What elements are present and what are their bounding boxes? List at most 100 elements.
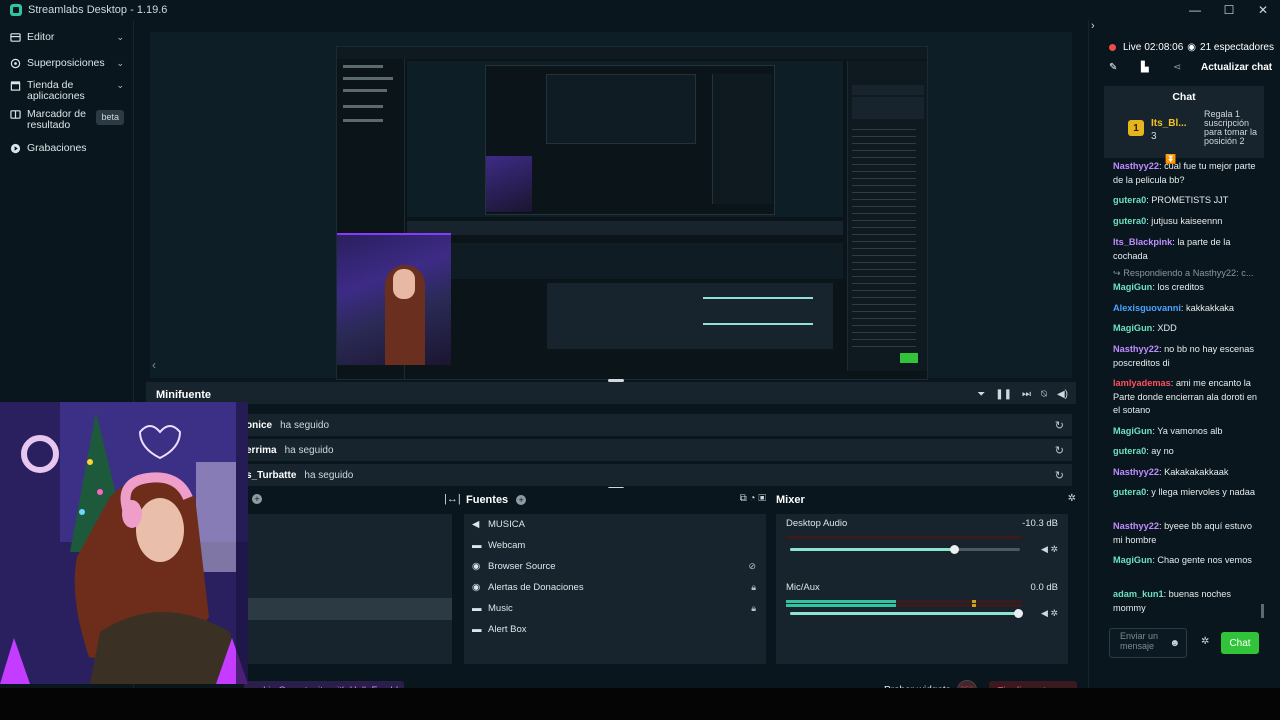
chat-message: MagiGun: Chao gente nos vemos xyxy=(1113,554,1261,568)
chat-panel: › Live 02:08:06 ◉ 21 espectadores ✎ ▙ ⋖ … xyxy=(1088,20,1280,688)
chat-message: lamlyademas: ami me encanto la Parte don… xyxy=(1113,377,1261,418)
edit-icon[interactable]: ✎ xyxy=(1109,62,1117,73)
chat-username[interactable]: MagiGun xyxy=(1113,555,1152,565)
chevron-down-icon[interactable]: ⌄ xyxy=(116,32,124,43)
chat-username[interactable]: gutera0 xyxy=(1113,195,1146,205)
chat-username[interactable]: Alexisguovanni xyxy=(1113,303,1181,313)
maximize-button[interactable]: ☐ xyxy=(1212,0,1246,20)
goal-text: Regala 1 suscripción para tomar la posic… xyxy=(1204,109,1258,146)
source-item[interactable]: ▬ Alert Box xyxy=(472,619,762,639)
chat-text: : Chao gente nos vemos xyxy=(1152,555,1252,565)
chat-username[interactable]: MagiGun xyxy=(1113,426,1152,436)
lock-icon[interactable]: 🔒︎ xyxy=(751,603,756,614)
chevron-down-icon[interactable]: ⌄ xyxy=(116,58,124,69)
lock-icon[interactable]: 🔒︎ xyxy=(751,582,756,593)
chevron-left-icon[interactable]: ‹ xyxy=(152,358,156,372)
chat-username[interactable]: lamlyademas xyxy=(1113,378,1171,388)
volume-meter xyxy=(786,604,1022,607)
chat-input[interactable]: Enviar un mensaje ☻ xyxy=(1109,628,1187,658)
stream-preview[interactable] xyxy=(336,46,928,380)
replay-icon[interactable]: ↻ xyxy=(1055,419,1064,432)
chat-input-placeholder: Enviar un mensaje xyxy=(1120,631,1159,651)
source-label: Webcam xyxy=(488,539,526,551)
dashboard-icon[interactable]: ▙ xyxy=(1141,62,1149,73)
sources-list: ◀ MUSICA ▬ Webcam ◉ Browser Source ⊘ ◉ A… xyxy=(464,514,766,664)
preview-sources xyxy=(547,283,717,349)
live-status: Live 02:08:06 ◉ 21 espectadores xyxy=(1109,42,1274,53)
source-item[interactable]: ◉ Alertas de Donaciones 🔒︎ xyxy=(472,577,762,597)
goal-username[interactable]: Its_Bl... xyxy=(1151,118,1187,129)
replay-icon[interactable]: ↻ xyxy=(1055,444,1064,457)
mute-icon[interactable]: ◀ ✲ xyxy=(1041,544,1058,555)
source-item[interactable]: ▬ Music 🔒︎ xyxy=(472,598,762,618)
send-chat-button[interactable]: Chat xyxy=(1221,632,1259,654)
volume-slider[interactable] xyxy=(790,609,1023,618)
window-title: Streamlabs Desktop - 1.19.6 xyxy=(28,4,168,16)
mute-alerts-icon[interactable]: ⍉ xyxy=(1041,389,1047,400)
pencil-icon xyxy=(10,33,21,42)
chat-text: : Ya vamonos alb xyxy=(1152,426,1223,436)
mute-icon[interactable]: ◀ ✲ xyxy=(1041,608,1058,619)
chat-username[interactable]: adam_kun1 xyxy=(1113,589,1164,599)
nav-item-editor[interactable]: Editor ⌄ xyxy=(10,32,128,43)
chat-username[interactable]: Nasthyy22 xyxy=(1113,344,1159,354)
volume-slider[interactable] xyxy=(790,545,1020,554)
streamlabs-window: Streamlabs Desktop - 1.19.6 — ☐ ✕ Editor… xyxy=(0,0,1280,720)
pause-icon[interactable]: ❚❚ xyxy=(995,389,1012,400)
chat-text: : ay no xyxy=(1146,446,1174,456)
gear-icon[interactable]: ✲ xyxy=(1201,636,1209,647)
chat-username[interactable]: Its_Blackpink xyxy=(1113,237,1172,247)
webcam-image xyxy=(0,402,248,684)
add-source-icon[interactable]: + xyxy=(516,495,527,505)
chat-username[interactable]: Nasthyy22 xyxy=(1113,521,1159,531)
mixer-channel-db: -10.3 dB xyxy=(1022,518,1058,529)
emoji-icon[interactable]: ☻ xyxy=(1169,638,1180,649)
event-action: ha seguido xyxy=(280,419,330,431)
chat-message: MagiGun: los creditos xyxy=(1113,281,1261,295)
preview-mini-header xyxy=(407,221,843,235)
chat-username[interactable]: MagiGun xyxy=(1113,323,1152,333)
chat-username[interactable]: gutera0 xyxy=(1113,216,1146,226)
chat-username[interactable]: gutera0 xyxy=(1113,487,1146,497)
source-tools-icon[interactable]: ⧉ ◔ ▣ xyxy=(740,493,766,504)
refresh-chat-button[interactable]: Actualizar chat xyxy=(1201,62,1272,73)
goal-count: 3 xyxy=(1151,131,1157,142)
add-scene-icon[interactable]: + xyxy=(252,494,262,504)
chat-username[interactable]: MagiGun xyxy=(1113,282,1152,292)
share-icon[interactable]: ⋖ xyxy=(1173,62,1181,73)
chevron-down-icon[interactable]: ⌄ xyxy=(116,80,124,91)
chat-username[interactable]: Nasthyy22 xyxy=(1113,467,1159,477)
chat-username[interactable]: Nasthyy22 xyxy=(1113,161,1159,171)
hidden-icon[interactable]: ⊘ xyxy=(748,561,756,572)
nav-label: Marcador de resultado xyxy=(27,108,86,131)
source-item[interactable]: ◀ MUSICA xyxy=(472,514,762,534)
chat-message: Nasthyy22: no bb no hay escenas poscredi… xyxy=(1113,343,1261,370)
title-bar: Streamlabs Desktop - 1.19.6 — ☐ ✕ xyxy=(0,0,1280,20)
nav-label: Grabaciones xyxy=(27,142,87,154)
chevron-right-icon[interactable]: › xyxy=(1091,20,1095,32)
gear-icon[interactable]: ✲ xyxy=(1068,493,1076,504)
skip-icon[interactable]: ⏭ xyxy=(1022,389,1031,400)
replay-icon[interactable]: ↻ xyxy=(1055,469,1064,482)
nav-item-grabaciones[interactable]: Grabaciones xyxy=(10,143,128,154)
store-icon xyxy=(10,81,21,91)
collapse-panel-icon[interactable]: |↔| xyxy=(444,493,461,505)
layers-icon xyxy=(10,58,21,69)
globe-icon: ◉ xyxy=(472,561,481,572)
chat-username[interactable]: gutera0 xyxy=(1113,446,1146,456)
event-username: s_Turbatte xyxy=(246,469,297,481)
preview-webcam xyxy=(337,233,451,365)
nav-item-superposiciones[interactable]: Superposiciones ⌄ xyxy=(10,58,128,69)
source-item[interactable]: ◉ Browser Source ⊘ xyxy=(472,556,762,576)
source-item[interactable]: ▬ Webcam xyxy=(472,535,762,555)
nav-item-tienda[interactable]: Tienda de aplicaciones ⌄ xyxy=(10,80,128,102)
volume-icon[interactable]: ◀) xyxy=(1057,389,1068,400)
close-button[interactable]: ✕ xyxy=(1246,0,1280,20)
minimize-button[interactable]: — xyxy=(1178,0,1212,20)
chat-message: Alexisguovanni: kakkakkaka xyxy=(1113,302,1261,316)
preview-chat xyxy=(847,61,927,371)
filter-icon[interactable]: ⏷ xyxy=(977,389,985,400)
nav-item-marcador[interactable]: Marcador de resultado beta xyxy=(10,109,128,131)
scrollbar[interactable] xyxy=(1261,604,1264,618)
chat-message: Nasthyy22: byeee bb aquí estuvo mi hombr… xyxy=(1113,520,1261,547)
